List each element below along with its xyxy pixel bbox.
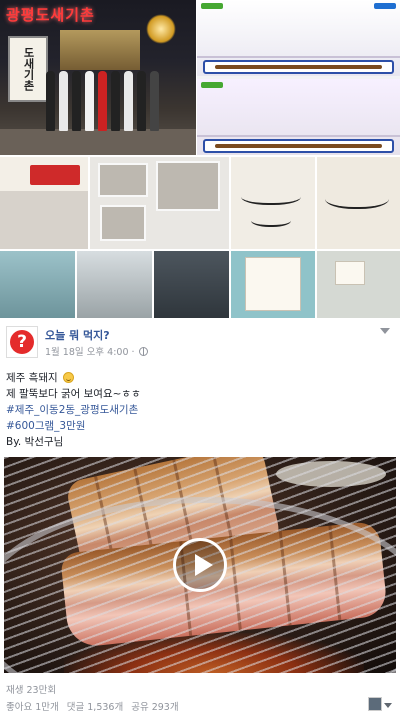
page-name-link[interactable]: 오늘 뭐 먹지? xyxy=(45,327,110,343)
tv-caption xyxy=(203,60,394,74)
signed-paper xyxy=(335,261,365,285)
autograph-photo[interactable] xyxy=(231,157,315,249)
autograph-photo[interactable] xyxy=(317,157,400,249)
video-player[interactable] xyxy=(4,457,396,673)
caret-down-icon[interactable] xyxy=(384,703,392,708)
staff-photo[interactable] xyxy=(77,251,152,318)
group-photo[interactable] xyxy=(0,157,88,249)
channel-logo xyxy=(201,82,223,88)
signed-paper xyxy=(245,257,301,311)
page-avatar[interactable]: ? xyxy=(6,326,38,358)
view-count: 재생 23만회 xyxy=(6,685,57,696)
post-text: 제주 흑돼지 제 팔뚝보다 굵어 보여요~ㅎㅎ #제주_이동2동_광평도새기촌 … xyxy=(6,370,141,450)
person xyxy=(111,71,120,131)
channel-logo xyxy=(201,3,223,9)
person xyxy=(46,71,55,131)
tv-caption xyxy=(203,139,394,153)
chevron-down-icon[interactable] xyxy=(380,328,390,334)
globe-icon xyxy=(138,346,148,356)
stage xyxy=(197,56,400,58)
sidewalk xyxy=(0,129,196,155)
staff-photo[interactable] xyxy=(0,251,75,318)
question-mark-icon: ? xyxy=(10,330,34,354)
staff-group xyxy=(46,71,159,131)
post-credit: By. 박선구님 xyxy=(6,436,64,448)
person xyxy=(59,71,68,131)
person xyxy=(72,71,81,131)
person xyxy=(98,71,107,131)
lamp xyxy=(146,14,176,44)
signature xyxy=(241,187,301,205)
play-icon[interactable] xyxy=(173,538,227,592)
smile-emoji-icon xyxy=(62,372,74,383)
person xyxy=(124,71,133,131)
restaurant-exterior-photo[interactable]: 광평도새기촌 도새기촌 xyxy=(0,0,196,155)
hashtag-link[interactable]: #600그램_3만원 xyxy=(6,418,141,434)
caption-text xyxy=(215,144,382,148)
photo-frame xyxy=(156,161,220,211)
stage xyxy=(197,135,400,137)
photo-frame xyxy=(98,163,148,197)
post-meta: 1월 18일 오후 4:00 · xyxy=(45,344,148,358)
staff-photo[interactable] xyxy=(154,251,229,318)
tv-scene-bottom xyxy=(197,79,400,155)
photo-collage[interactable]: 광평도새기촌 도새기촌 xyxy=(0,0,400,318)
channel-logo xyxy=(374,3,396,9)
post-line-text: 제주 흑돼지 xyxy=(6,372,58,384)
timestamp-link[interactable]: 1월 18일 오후 4:00 · xyxy=(45,344,135,358)
red-sign xyxy=(30,165,80,185)
hashtag-link[interactable]: #제주_이동2동_광평도새기촌 xyxy=(6,402,141,418)
person xyxy=(150,71,159,131)
photo-frame xyxy=(100,205,146,241)
comments-count[interactable]: 댓글 1,536개 xyxy=(67,699,123,713)
signature xyxy=(325,187,389,209)
tv-show-photo[interactable] xyxy=(197,0,400,155)
tv-scene-top xyxy=(197,0,400,76)
person xyxy=(85,71,94,131)
engagement-stats: 좋아요 1만개 댓글 1,536개 공유 293개 xyxy=(6,699,179,713)
post-line: 제주 흑돼지 xyxy=(6,370,141,386)
framed-photos[interactable] xyxy=(90,157,229,249)
post-line: 제 팔뚝보다 굵어 보여요~ㅎㅎ xyxy=(6,388,141,400)
autograph-photo[interactable] xyxy=(317,251,400,318)
reaction-avatar[interactable] xyxy=(368,697,382,711)
signature xyxy=(251,213,291,227)
autograph-photo[interactable] xyxy=(231,251,315,318)
restaurant-sign: 광평도새기촌 xyxy=(6,6,95,24)
window xyxy=(60,30,140,70)
person xyxy=(137,71,146,131)
signboard: 도새기촌 xyxy=(8,36,48,102)
shares-count[interactable]: 공유 293개 xyxy=(131,699,178,713)
caption-text xyxy=(215,65,382,69)
likes-count[interactable]: 좋아요 1만개 xyxy=(6,699,59,713)
facebook-post: ? 오늘 뭐 먹지? 1월 18일 오후 4:00 · 제주 흑돼지 제 팔뚝보… xyxy=(0,318,400,718)
